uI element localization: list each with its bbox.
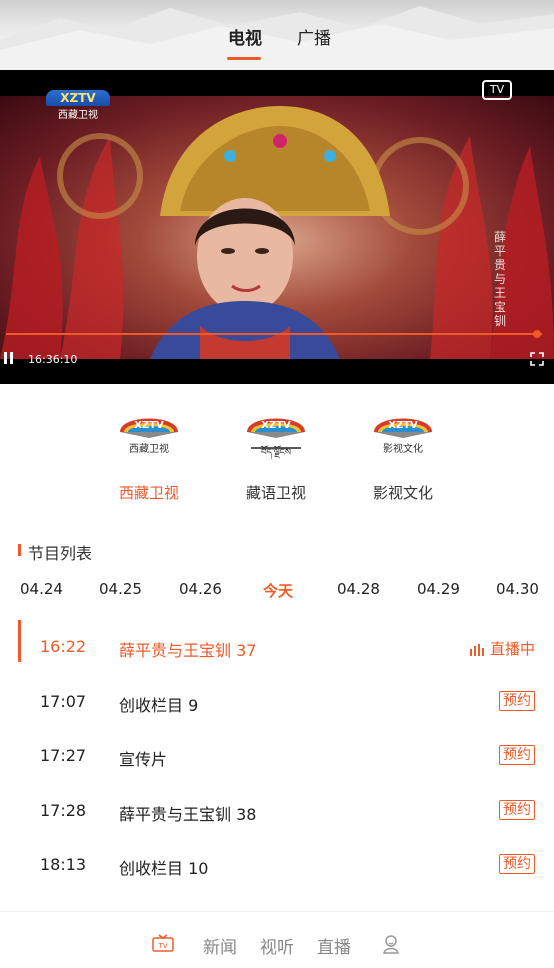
live-status: 直播中: [470, 638, 535, 659]
user-icon[interactable]: [382, 934, 400, 954]
svg-text:西藏卫视: 西藏卫视: [129, 442, 169, 455]
program-title: 创收栏目 9: [119, 696, 199, 715]
program-title: 宣传片: [119, 750, 168, 769]
nav-news[interactable]: 新闻: [203, 933, 237, 958]
nav-video[interactable]: 视听: [260, 933, 294, 958]
tab-active-indicator: [227, 57, 261, 60]
date-selector: 04.24 04.25 04.26 今天 04.28 04.29 04.30: [0, 580, 554, 604]
video-channel-logo: XZTV 西藏卫视: [42, 90, 114, 124]
reserve-button[interactable]: 预约: [499, 800, 535, 820]
bottom-nav: TV 新闻 视听 直播: [0, 911, 554, 968]
program-time: 17:27: [40, 746, 87, 765]
date-tab-today[interactable]: 今天: [263, 580, 293, 601]
channel-name: 西藏卫视: [118, 484, 179, 502]
program-time: 17:28: [40, 801, 87, 820]
video-scene: [0, 106, 554, 359]
program-time: 17:07: [40, 692, 87, 711]
svg-text:TV: TV: [157, 942, 167, 950]
xztv-badge: XZTV: [46, 90, 110, 106]
channel-name: 藏语卫视: [245, 484, 306, 502]
nav-live[interactable]: 直播: [317, 933, 351, 958]
program-title: 薛平贵与王宝钏 38: [119, 805, 257, 824]
date-tab[interactable]: 04.28: [337, 580, 380, 598]
xztv-logo-icon: XZTV 西藏卫视: [120, 418, 178, 455]
channel-xizang-satellite[interactable]: XZTV 西藏卫视 西藏卫视: [94, 408, 204, 503]
video-player[interactable]: XZTV 西藏卫视 TV 薛平贵与王宝钏 16:36:10: [0, 70, 554, 384]
svg-text:影视文化: 影视文化: [383, 442, 423, 455]
live-marker: [18, 620, 21, 662]
program-title: 薛平贵与王宝钏 37: [119, 641, 257, 660]
tv-icon[interactable]: TV: [152, 934, 174, 952]
channel-logo-caption: 西藏卫视: [58, 110, 98, 121]
program-time: 18:13: [40, 855, 87, 874]
program-row-live[interactable]: 16:22 薛平贵与王宝钏 37 直播中: [0, 620, 554, 662]
svg-text:XZTV: XZTV: [388, 420, 418, 431]
xztv-logo-icon: XZTV 影视文化: [374, 418, 432, 455]
pause-icon[interactable]: [4, 352, 16, 366]
reserve-button[interactable]: 预约: [499, 854, 535, 874]
video-side-caption: 薛平贵与王宝钏: [494, 230, 507, 328]
progress-bar[interactable]: [6, 330, 542, 338]
program-row[interactable]: 17:27 宣传片 预约: [0, 729, 554, 771]
program-row[interactable]: 17:28 薛平贵与王宝钏 38 预约: [0, 784, 554, 826]
reserve-button[interactable]: 预约: [499, 691, 535, 711]
top-header: 电视 广播: [0, 0, 554, 70]
svg-text:XZTV: XZTV: [261, 420, 291, 431]
program-time: 16:22: [40, 637, 87, 656]
svg-text:XZTV: XZTV: [134, 420, 164, 431]
live-status-label: 直播中: [490, 640, 536, 658]
tv-cast-icon[interactable]: TV: [482, 80, 512, 100]
channel-name: 影视文化: [372, 484, 433, 502]
date-tab[interactable]: 04.26: [179, 580, 222, 598]
channel-tibetan-satellite[interactable]: XZTV བོད་ལྗོངས 藏语卫视: [221, 408, 331, 503]
fullscreen-icon[interactable]: [530, 352, 544, 366]
mountain-background: [0, 6, 554, 70]
title-accent-bar: [18, 544, 21, 556]
progress-knob[interactable]: [532, 330, 541, 338]
schedule-title-text: 节目列表: [28, 544, 93, 563]
video-frame[interactable]: [0, 96, 554, 359]
xztv-logo-icon: XZTV བོད་ལྗོངས: [247, 418, 305, 460]
svg-text:བོད་ལྗོངས: བོད་ལྗོངས: [261, 445, 291, 460]
program-row[interactable]: 18:13 创收栏目 10 预约: [0, 838, 554, 880]
tab-tv[interactable]: 电视: [228, 24, 262, 49]
tab-radio[interactable]: 广播: [297, 24, 331, 49]
current-time: 16:36:10: [28, 353, 78, 366]
reserve-button[interactable]: 预约: [499, 745, 535, 765]
program-title: 创收栏目 10: [119, 859, 209, 878]
program-row[interactable]: 17:07 创收栏目 9 预约: [0, 675, 554, 717]
schedule-title: 节目列表: [18, 540, 92, 564]
channel-film-culture[interactable]: XZTV 影视文化 影视文化: [348, 408, 458, 503]
date-tab[interactable]: 04.25: [99, 580, 142, 598]
date-tab[interactable]: 04.24: [20, 580, 63, 598]
channel-selector: XZTV 西藏卫视 西藏卫视 XZTV བོད་ལྗོངས 藏语卫视 XZTV …: [0, 384, 554, 514]
equalizer-icon: [470, 643, 484, 656]
progress-fill: [6, 333, 537, 335]
date-tab[interactable]: 04.30: [496, 580, 539, 598]
date-tab[interactable]: 04.29: [417, 580, 460, 598]
